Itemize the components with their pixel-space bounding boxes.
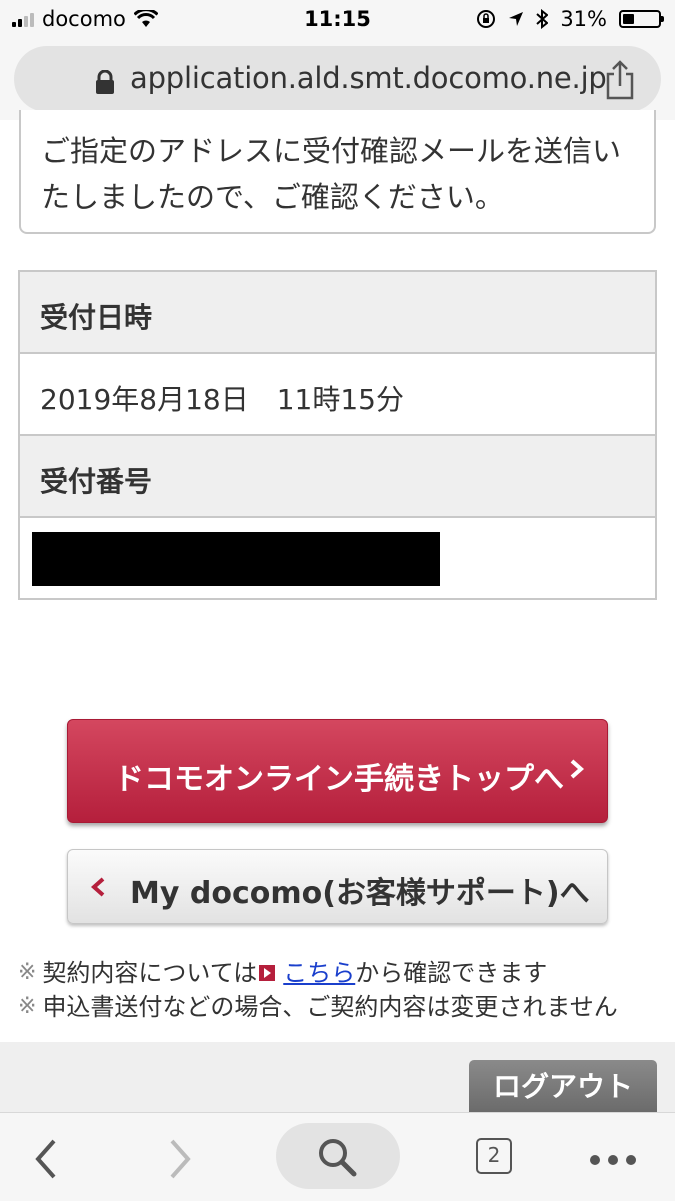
rotation-lock-icon — [477, 10, 496, 28]
note-contract-link: ※ 契約内容については こちら から確認できます — [18, 956, 618, 990]
battery-icon — [619, 10, 664, 28]
my-docomo-label: My docomo(お客様サポート)へ — [130, 876, 590, 911]
back-icon[interactable] — [30, 1137, 62, 1181]
redacted-reception-number — [32, 532, 440, 586]
my-docomo-button[interactable]: My docomo(お客様サポート)へ — [67, 849, 608, 924]
location-icon — [509, 12, 524, 26]
reception-date-label: 受付日時 — [40, 301, 153, 334]
share-icon[interactable] — [603, 60, 637, 100]
reception-date-value: 2019年8月18日 11時15分 — [40, 383, 404, 416]
table-row — [20, 518, 655, 598]
search-button[interactable] — [276, 1123, 400, 1189]
table-row: 受付番号 — [20, 436, 655, 518]
note-mark: ※ — [18, 960, 37, 985]
reception-number-label: 受付番号 — [40, 465, 153, 498]
lock-icon — [96, 70, 114, 94]
bluetooth-icon — [536, 9, 549, 29]
browser-toolbar: 2 — [0, 1112, 675, 1201]
online-procedure-top-label: ドコモオンライン手続きトップへ — [114, 762, 564, 797]
online-procedure-top-button[interactable]: ドコモオンライン手続きトップへ — [67, 719, 608, 823]
red-arrow-icon — [259, 965, 276, 981]
address-bar[interactable]: application.ald.smt.docomo.ne.jp — [14, 46, 661, 112]
confirmation-card: ご指定のアドレスに受付確認メールを送信いたしましたので、ご確認ください。 — [19, 110, 656, 234]
note2-text: 申込書送付などの場合、ご契約内容は変更されません — [42, 993, 618, 1021]
confirmation-message: ご指定のアドレスに受付確認メールを送信いたしましたので、ご確認ください。 — [41, 134, 622, 214]
footer: ログアウト — [0, 1042, 675, 1122]
table-row: 受付日時 — [20, 272, 655, 354]
forward-icon[interactable] — [164, 1137, 196, 1181]
logout-button[interactable]: ログアウト — [469, 1060, 657, 1114]
note1-suffix: から確認できます — [355, 959, 548, 987]
status-bar: docomo 11:15 31% — [0, 0, 675, 38]
more-icon[interactable] — [590, 1155, 636, 1165]
note-no-change: ※ 申込書送付などの場合、ご契約内容は変更されません — [18, 990, 618, 1024]
reception-info-table: 受付日時 2019年8月18日 11時15分 受付番号 — [18, 270, 657, 600]
contract-details-link[interactable]: こちら — [283, 956, 355, 990]
url-text[interactable]: application.ald.smt.docomo.ne.jp — [130, 61, 607, 95]
battery-percent: 31% — [560, 7, 607, 31]
search-icon — [319, 1139, 357, 1177]
note1-text: 契約内容については — [42, 959, 258, 987]
chevron-left-icon — [90, 877, 105, 897]
note-mark: ※ — [18, 994, 37, 1019]
table-row: 2019年8月18日 11時15分 — [20, 354, 655, 436]
tabs-button[interactable]: 2 — [476, 1138, 512, 1174]
chevron-right-icon — [570, 759, 585, 779]
notes: ※ 契約内容については こちら から確認できます ※ 申込書送付などの場合、ご契… — [18, 956, 618, 1024]
browser-address-area: application.ald.smt.docomo.ne.jp — [0, 38, 675, 120]
